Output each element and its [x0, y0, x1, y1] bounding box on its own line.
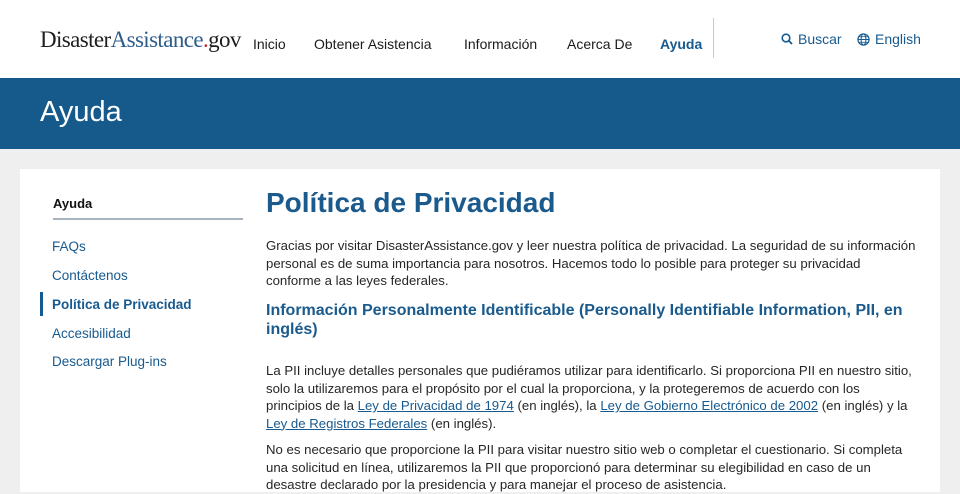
logo-part-gov: gov — [208, 27, 241, 52]
nav-divider — [713, 18, 714, 58]
content-panel: Ayuda FAQs Contáctenos Política de Priva… — [20, 169, 940, 492]
banner-title: Ayuda — [40, 96, 122, 128]
sidebar-heading: Ayuda — [53, 196, 93, 211]
logo-part-disaster: Disaster — [40, 27, 111, 52]
page-banner: Ayuda — [0, 78, 960, 149]
pii-paragraph-2: No es necesario que proporcione la PII p… — [266, 442, 903, 492]
link-ley-privacidad[interactable]: Ley de Privacidad de 1974 — [358, 398, 514, 413]
sidebar-active-indicator — [40, 292, 43, 316]
sidebar-item-accesibilidad[interactable]: Accesibilidad — [52, 326, 131, 341]
nav-ayuda[interactable]: Ayuda — [660, 36, 702, 52]
intro-paragraph: Gracias por visitar DisasterAssistance.g… — [266, 238, 916, 288]
section-heading-pii: Información Personalmente Identificable … — [266, 302, 903, 338]
search-button[interactable]: Buscar — [781, 31, 842, 47]
site-header: DisasterAssistance.gov Inicio Obtener As… — [0, 0, 960, 78]
pii-text-2: (en inglés), la — [513, 398, 601, 413]
nav-informacion[interactable]: Información — [464, 36, 537, 52]
sidebar-divider — [53, 218, 243, 220]
sidebar-item-faqs[interactable]: FAQs — [52, 239, 86, 254]
pii-text-3: (en inglés) y la — [818, 398, 908, 413]
nav-obtener-asistencia[interactable]: Obtener Asistencia — [314, 36, 432, 52]
pii-paragraph: La PII incluye detalles personales que p… — [266, 362, 918, 432]
sidebar-item-contactenos[interactable]: Contáctenos — [52, 268, 128, 283]
language-label: English — [875, 31, 921, 47]
sidebar-item-plugins[interactable]: Descargar Plug-ins — [52, 354, 167, 369]
link-ley-registros-federales[interactable]: Ley de Registros Federales — [266, 416, 427, 431]
logo-part-assistance: Assistance — [110, 27, 204, 52]
site-logo[interactable]: DisasterAssistance.gov — [40, 27, 241, 53]
language-toggle[interactable]: English — [857, 31, 921, 47]
page-title: Política de Privacidad — [266, 187, 556, 218]
search-icon — [781, 33, 793, 45]
globe-icon — [857, 32, 870, 46]
nav-inicio[interactable]: Inicio — [253, 36, 286, 52]
search-label: Buscar — [798, 31, 842, 47]
pii-text-4: (en inglés). — [427, 415, 497, 431]
nav-acerca-de[interactable]: Acerca De — [567, 36, 632, 52]
sidebar-item-privacidad[interactable]: Política de Privacidad — [52, 297, 192, 312]
link-ley-gobierno-electronico[interactable]: Ley de Gobierno Electrónico de 2002 — [600, 398, 818, 413]
